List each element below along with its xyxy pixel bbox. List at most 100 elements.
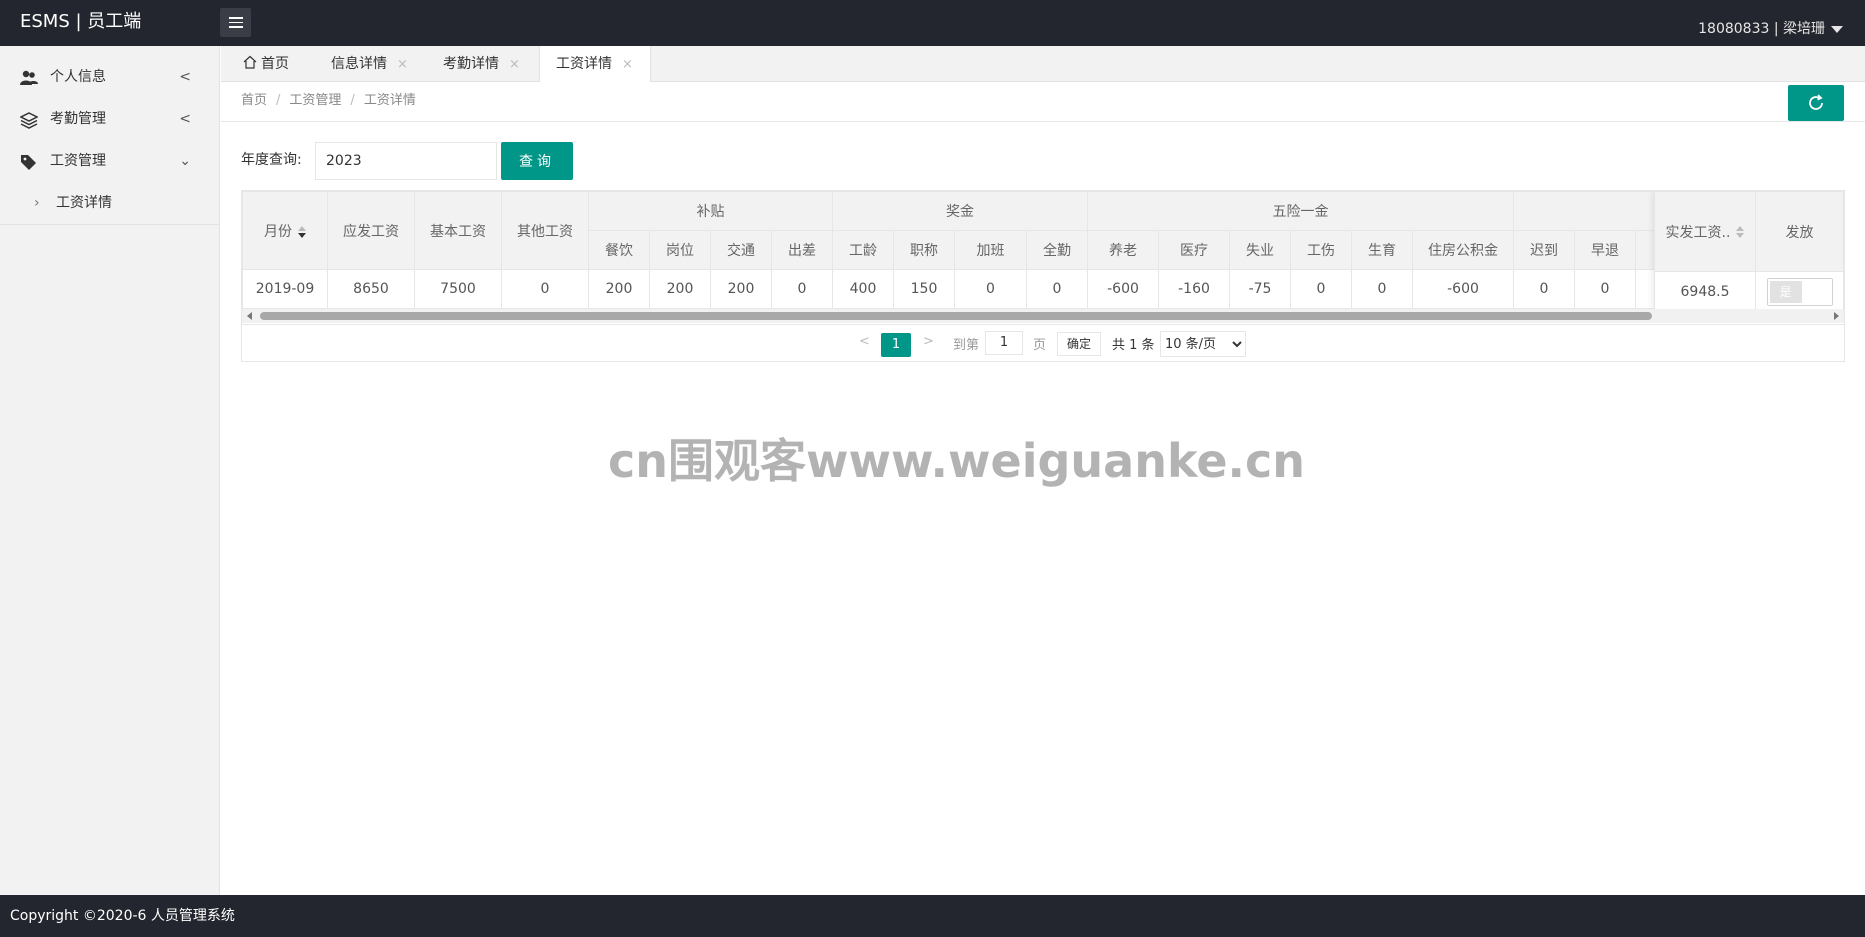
sidebar-item-label: 考勤管理 [50,111,106,127]
tab-label: 考勤详情 [443,56,499,72]
page-size-select[interactable]: 10 条/页 [1160,331,1246,357]
caret-down-icon [1831,25,1843,33]
group-header-subsidy: 补贴 [588,191,833,231]
table-row: 2019-09 8650 7500 0 200 200 200 0 400 15… [242,269,1697,309]
refresh-button[interactable] [1788,85,1844,121]
tab-salary-detail[interactable]: 工资详情 × [539,46,651,83]
column-header-net[interactable]: 实发工资.. [1654,191,1756,272]
cell-injury: 0 [1290,269,1352,309]
scrollbar-thumb[interactable] [260,312,1652,320]
goto-page-input[interactable]: 1 [985,331,1023,355]
breadcrumb-salary-management[interactable]: 工资管理 [289,93,341,108]
column-header-seniority: 工龄 [832,230,894,270]
tab-info-detail[interactable]: 信息详情 × [331,46,408,82]
sidebar-item-label: 工资管理 [50,153,106,169]
cell-pension: -600 [1087,269,1159,309]
cell-traffic: 200 [710,269,772,309]
footer: Copyright ©2020-6 人员管理系统 [0,895,1865,937]
scroll-left-icon[interactable] [247,312,252,320]
sidebar-item-attendance[interactable]: 考勤管理 < [0,98,219,140]
column-header-maternity: 生育 [1351,230,1413,270]
breadcrumb-separator: / [350,93,355,108]
group-header-insurance: 五险一金 [1087,191,1514,231]
column-header-meal: 餐饮 [588,230,650,270]
cell-maternity: 0 [1351,269,1413,309]
year-query-label: 年度查询: [241,152,302,168]
user-name: 18080833 | 梁培珊 [1698,21,1825,37]
sidebar-item-label: 个人信息 [50,69,106,85]
header-label: 月份 [264,223,292,240]
horizontal-scrollbar[interactable] [242,309,1844,323]
pagination: < 1 > 到第 1 页 确定 共 1 条 10 条/页 [242,324,1844,361]
column-header-travel: 出差 [771,230,833,270]
tags-icon [21,155,36,170]
sidebar-item-personal-info[interactable]: 个人信息 < [0,56,219,98]
cell-post: 200 [649,269,711,309]
cell-early: 0 [1574,269,1636,309]
cell-overtime: 0 [954,269,1027,309]
group-header-bonus: 奖金 [832,191,1088,231]
sort-icon[interactable] [298,225,306,238]
query-button[interactable]: 查询 [501,142,573,180]
cell-base: 7500 [414,269,502,309]
scroll-right-icon[interactable] [1834,312,1839,320]
tab-attendance-detail[interactable]: 考勤详情 × [443,46,520,82]
next-page-icon[interactable]: > [923,334,934,349]
fixed-right-table: 实发工资.. 发放 6948.5 是 [1654,191,1844,313]
cell-housing: -600 [1412,269,1514,309]
cell-travel: 0 [771,269,833,309]
app-title: ESMS | 员工端 [20,11,142,32]
fixed-right-columns: 实发工资.. 发放 6948.5 是 [1654,191,1844,313]
breadcrumb-home[interactable]: 首页 [241,93,267,108]
table-row: 6948.5 是 [1654,271,1844,313]
cell-unemployment: -75 [1229,269,1291,309]
close-icon[interactable]: × [622,57,633,72]
salary-grid: 月份 应发工资 基本工资 其他工资 补贴 奖金 五险一金 餐饮 岗位 交通 出差… [242,191,1697,309]
page-button-current[interactable]: 1 [881,333,911,357]
refresh-icon [1809,94,1823,110]
salary-table: 月份 应发工资 基本工资 其他工资 补贴 奖金 五险一金 餐饮 岗位 交通 出差… [241,190,1845,362]
sidebar: 个人信息 < 考勤管理 < 工资管理 ⌄ › 工资详情 [0,46,220,895]
sort-icon[interactable] [1736,225,1745,240]
close-icon[interactable]: × [509,57,520,72]
column-header-gross: 应发工资 [327,191,415,270]
cell-gross: 8650 [327,269,415,309]
column-header-medical: 医疗 [1158,230,1230,270]
chevron-left-icon: < [179,111,191,127]
column-header-overtime: 加班 [954,230,1027,270]
tab-label: 工资详情 [556,56,612,72]
column-header-month[interactable]: 月份 [242,191,328,270]
goto-label: 到第 [953,338,980,353]
column-header-pension: 养老 [1087,230,1159,270]
cell-seniority: 400 [832,269,894,309]
breadcrumb-separator: / [276,93,281,108]
column-header-other: 其他工资 [501,191,589,270]
column-header-traffic: 交通 [710,230,772,270]
menu-icon [229,17,243,28]
column-header-late: 迟到 [1513,230,1575,270]
breadcrumb-bar: 首页 / 工资管理 / 工资详情 [221,82,1865,122]
menu-toggle-button[interactable] [220,8,251,37]
column-header-housing: 住房公积金 [1412,230,1514,270]
close-icon[interactable]: × [397,57,408,72]
year-query-input[interactable] [315,142,497,180]
column-header-early: 早退 [1574,230,1636,270]
column-header-title: 职称 [893,230,955,270]
sidebar-item-salary[interactable]: 工资管理 ⌄ [0,140,219,182]
chevron-down-icon: ⌄ [179,153,191,169]
cell-month: 2019-09 [242,269,328,309]
column-header-unemployment: 失业 [1229,230,1291,270]
sidebar-subitem-salary-detail[interactable]: › 工资详情 [0,182,219,225]
prev-page-icon[interactable]: < [859,334,870,349]
tab-home[interactable]: 首页 [243,46,289,82]
cell-other: 0 [501,269,589,309]
watermark: cn围观客www.weiguanke.cn [608,434,1306,488]
goto-confirm-button[interactable]: 确定 [1057,332,1101,356]
cell-title: 150 [893,269,955,309]
cell-paid: 是 [1755,271,1844,313]
tab-label: 信息详情 [331,56,387,72]
paid-switch[interactable]: 是 [1766,278,1833,306]
header-label: 实发工资.. [1665,224,1731,241]
switch-knob: 是 [1769,281,1802,303]
cell-medical: -160 [1158,269,1230,309]
